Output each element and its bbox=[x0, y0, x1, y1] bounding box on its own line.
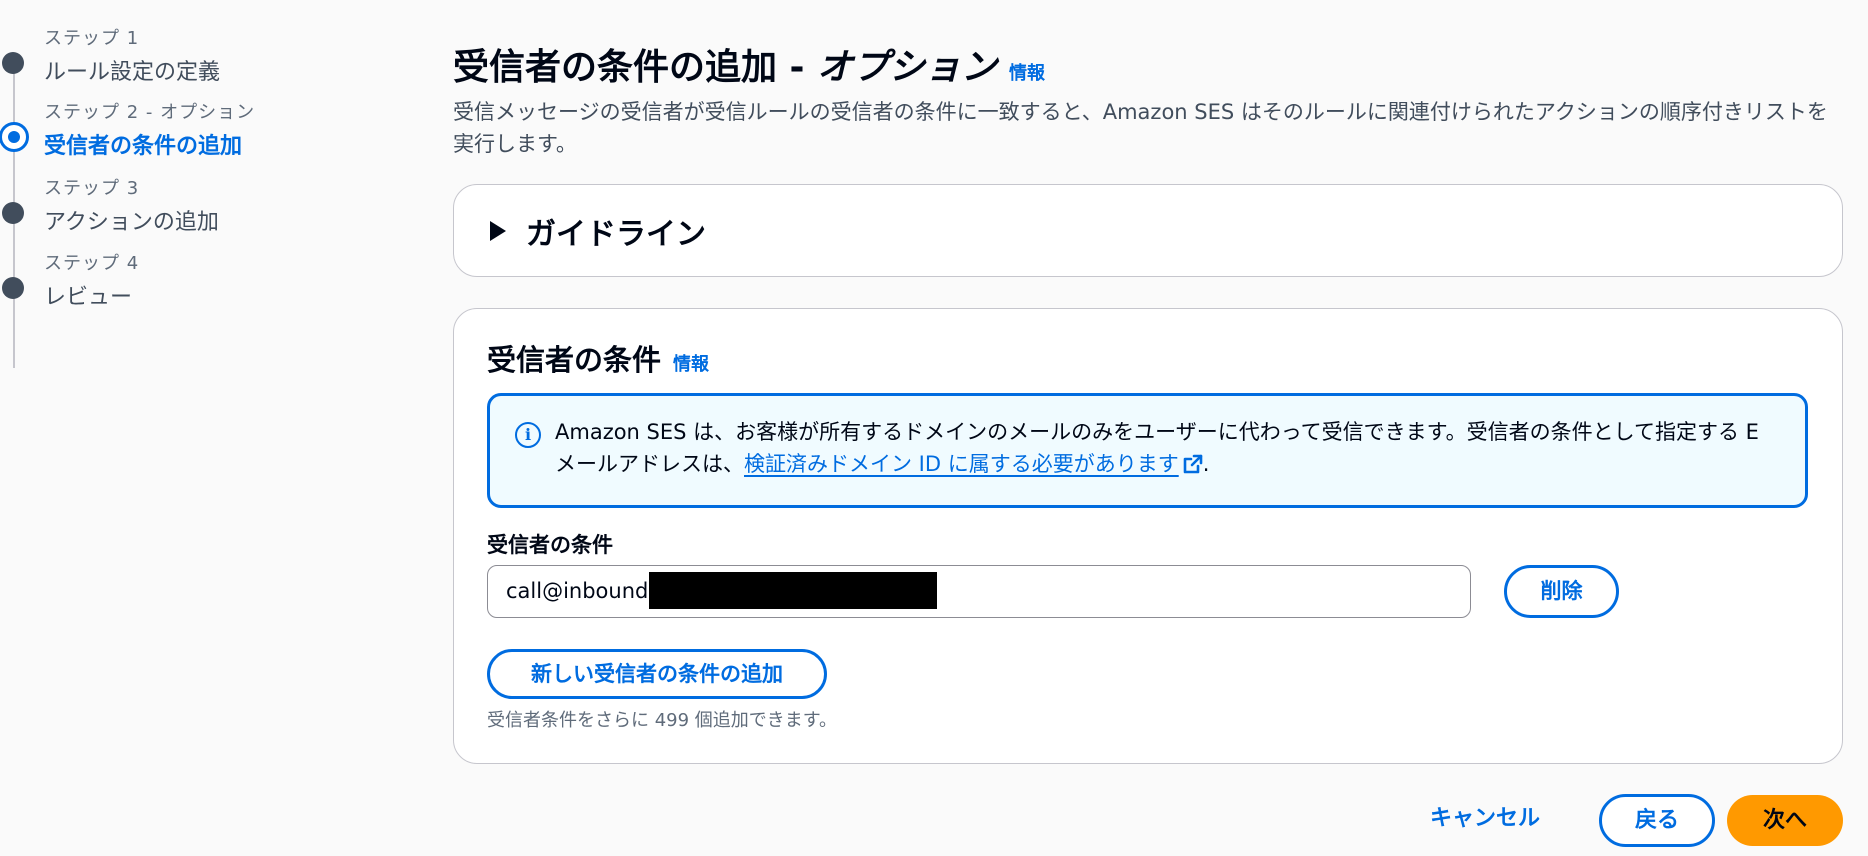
alert-text: Amazon SES は、お客様が所有するドメインのメールのみをユーザーに代わっ… bbox=[555, 416, 1785, 480]
alert-text-after: . bbox=[1202, 452, 1210, 476]
step-3: ステップ 3 アクションの追加 bbox=[0, 174, 300, 244]
panel-title: 受信者の条件 bbox=[487, 343, 662, 377]
step-number: ステップ 3 bbox=[44, 178, 140, 199]
page-info-link[interactable]: 情報 bbox=[1009, 59, 1045, 85]
caret-right-icon bbox=[490, 221, 506, 241]
info-icon: i bbox=[515, 422, 541, 448]
verified-domain-link[interactable]: 検証済みドメイン ID に属する必要があります bbox=[744, 452, 1203, 476]
page-title: 受信者の条件の追加 - オプション bbox=[453, 38, 997, 90]
wizard-stepper: ステップ 1 ルール設定の定義 ステップ 2 - オプション 受信者の条件の追加… bbox=[0, 24, 300, 368]
cancel-button[interactable]: キャンセル bbox=[1430, 800, 1540, 832]
step-title[interactable]: ルール設定の定義 bbox=[44, 54, 220, 86]
step-title: レビュー bbox=[44, 285, 133, 310]
step-completed-dot-icon bbox=[2, 52, 24, 74]
step-current-dot-icon bbox=[0, 122, 29, 152]
step-upcoming-dot-icon bbox=[2, 277, 24, 299]
step-4: ステップ 4 レビュー bbox=[0, 249, 300, 319]
recipient-condition-input[interactable]: call@inbound. bbox=[487, 565, 1471, 618]
next-button[interactable]: 次へ bbox=[1727, 795, 1843, 846]
page-title-optional: オプション bbox=[817, 47, 998, 88]
step-1[interactable]: ステップ 1 ルール設定の定義 bbox=[0, 24, 300, 94]
external-link-icon bbox=[1183, 454, 1203, 474]
step-number: ステップ 4 bbox=[44, 253, 140, 274]
info-alert: i Amazon SES は、お客様が所有するドメインのメールのみをユーザーに代… bbox=[487, 393, 1808, 508]
back-button[interactable]: 戻る bbox=[1599, 794, 1715, 847]
page-title-text: 受信者の条件の追加 - bbox=[453, 47, 818, 88]
panel-info-link[interactable]: 情報 bbox=[673, 350, 709, 376]
step-number: ステップ 2 - オプション bbox=[44, 102, 256, 123]
step-upcoming-dot-icon bbox=[2, 202, 24, 224]
guidelines-title: ガイドライン bbox=[526, 217, 706, 252]
step-number: ステップ 1 bbox=[44, 28, 140, 49]
guidelines-expander[interactable]: ガイドライン bbox=[453, 184, 1843, 277]
recipient-conditions-panel: 受信者の条件 情報 i Amazon SES は、お客様が所有するドメインのメー… bbox=[453, 308, 1843, 764]
delete-button[interactable]: 削除 bbox=[1504, 565, 1619, 618]
step-title: アクションの追加 bbox=[44, 210, 219, 235]
recipient-condition-label: 受信者の条件 bbox=[487, 533, 613, 557]
verified-domain-link-text: 検証済みドメイン ID に属する必要があります bbox=[744, 452, 1179, 476]
add-recipient-condition-button[interactable]: 新しい受信者の条件の追加 bbox=[487, 649, 827, 699]
page-description: 受信メッセージの受信者が受信ルールの受信者の条件に一致すると、Amazon SE… bbox=[453, 100, 1828, 156]
add-limit-hint: 受信者条件をさらに 499 個追加できます。 bbox=[487, 710, 837, 731]
step-title: 受信者の条件の追加 bbox=[44, 134, 243, 159]
redaction-bar bbox=[649, 572, 937, 609]
panel-header: 受信者の条件 情報 bbox=[487, 337, 709, 379]
step-2[interactable]: ステップ 2 - オプション 受信者の条件の追加 bbox=[0, 98, 300, 168]
page-header: 受信者の条件の追加 - オプション 情報 bbox=[453, 38, 1045, 90]
